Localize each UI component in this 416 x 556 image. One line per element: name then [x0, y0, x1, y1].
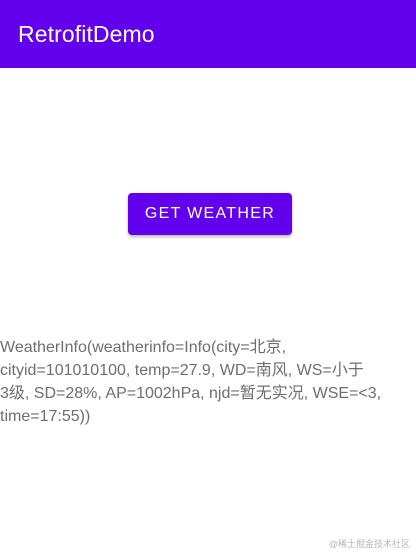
watermark-text: @稀土掘金技术社区	[328, 539, 410, 549]
get-weather-button[interactable]: GET WEATHER	[128, 193, 292, 235]
weather-info-text: WeatherInfo(weatherinfo=Info(city=北京, ci…	[0, 339, 382, 425]
main-content: GET WEATHER WeatherInfo(weatherinfo=Info…	[0, 68, 416, 556]
app-bar: RetrofitDemo	[0, 0, 416, 68]
app-title: RetrofitDemo	[18, 20, 155, 47]
